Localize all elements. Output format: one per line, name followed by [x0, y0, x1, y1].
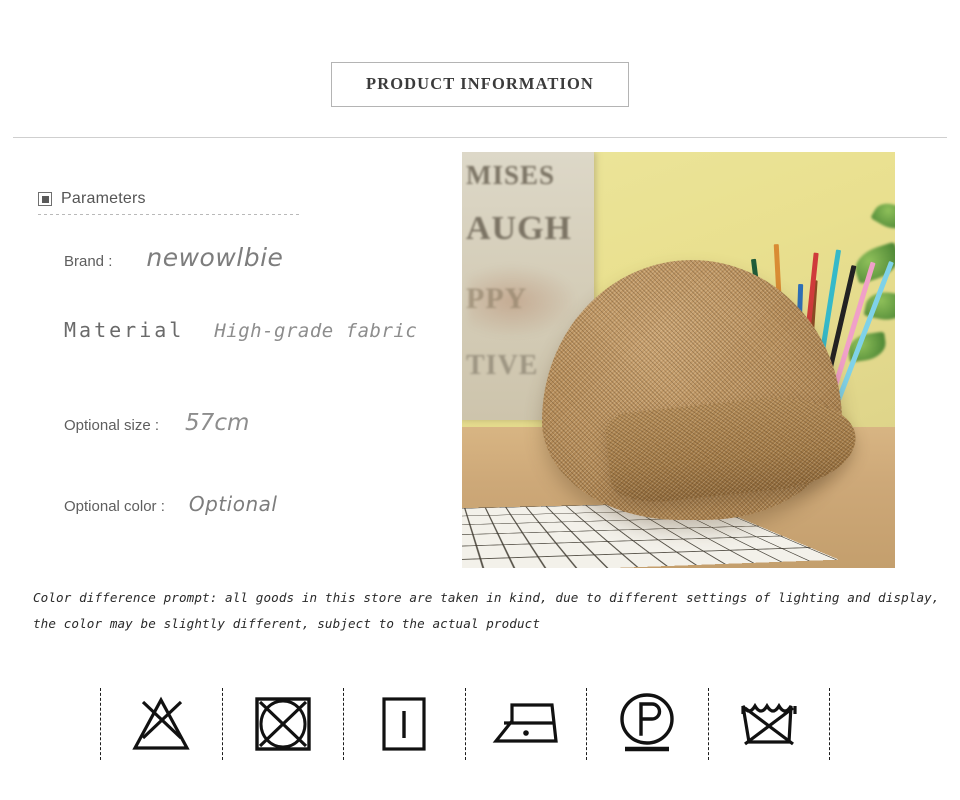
- spec-value-material: High-grade fabric: [214, 320, 418, 342]
- page-header: PRODUCT INFORMATION: [0, 62, 960, 107]
- dry-clean-p-icon: [620, 693, 674, 752]
- care-symbol-cell: [709, 688, 830, 760]
- parameters-header: Parameters: [38, 190, 448, 216]
- page-title: PRODUCT INFORMATION: [366, 74, 594, 93]
- care-symbols-row: [100, 686, 830, 762]
- do-not-wash-icon: [741, 702, 797, 746]
- do-not-bleach-icon: [132, 696, 190, 750]
- sign-text-line-1: MISES: [466, 160, 556, 190]
- header-divider: [13, 137, 947, 138]
- nested-square-icon: [38, 192, 52, 206]
- spec-row-size: Optional size : 57cm: [64, 410, 249, 436]
- spec-key-material: Material: [64, 318, 185, 342]
- spec-key-brand: Brand :: [64, 253, 113, 270]
- spec-key-color: Optional color :: [64, 498, 165, 515]
- care-symbol-cell: [466, 688, 587, 760]
- spec-value-brand: newowlbie: [146, 243, 284, 272]
- care-symbol-cell: [223, 688, 344, 760]
- care-symbol-cell: [344, 688, 465, 760]
- do-not-tumble-dry-icon: [255, 697, 311, 751]
- color-difference-prompt: Color difference prompt: all goods in th…: [33, 585, 945, 637]
- spec-row-color: Optional color : Optional: [64, 492, 277, 516]
- parameters-dotted-underline: [38, 214, 302, 215]
- spec-row-material: Material High-grade fabric: [64, 318, 417, 342]
- parameters-section-label: Parameters: [61, 190, 146, 207]
- product-photo: MISES AUGH PPY TIVE: [462, 152, 895, 568]
- iron-low-heat-icon: [492, 703, 558, 743]
- care-symbol-cell: [587, 688, 708, 760]
- page-title-box: PRODUCT INFORMATION: [331, 62, 629, 107]
- spec-key-size: Optional size :: [64, 417, 160, 434]
- sign-text-line-3: PPY: [466, 282, 528, 315]
- care-symbol-cell: [101, 688, 222, 760]
- drip-dry-icon: [382, 697, 426, 751]
- color-prompt-line-1: Color difference prompt: all goods in th…: [33, 590, 940, 605]
- color-prompt-line-2: the color may be slightly different, sub…: [33, 616, 541, 631]
- parameters-section: Parameters Brand : newowlbie Material Hi…: [38, 190, 448, 516]
- sign-text-line-2: AUGH: [466, 210, 572, 247]
- spec-row-brand: Brand : newowlbie: [64, 243, 283, 272]
- care-divider: [829, 688, 830, 760]
- spec-value-size: 57cm: [185, 410, 250, 436]
- spec-value-color: Optional: [188, 492, 278, 516]
